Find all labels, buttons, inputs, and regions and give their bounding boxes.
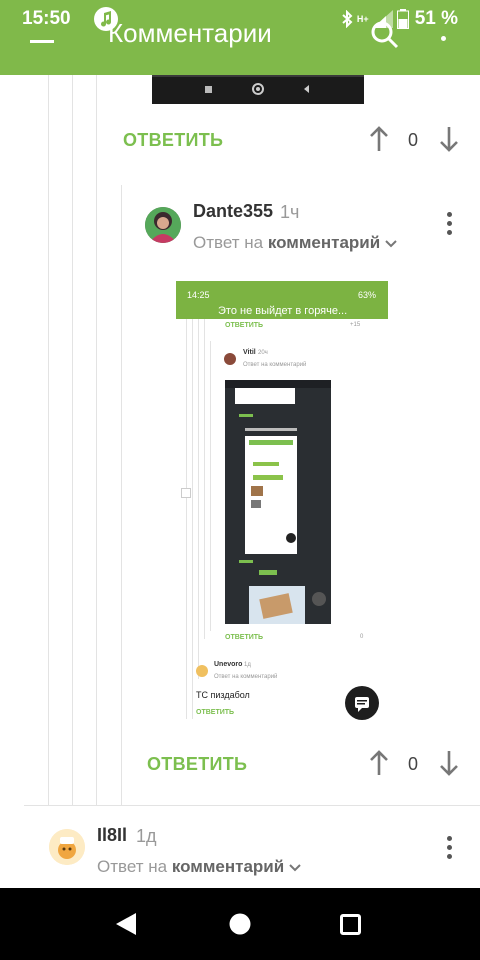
downvote-icon[interactable] — [439, 126, 459, 152]
embedded-reply-to: Ответ на комментарий — [243, 362, 307, 368]
embedded-author: Unevoro — [214, 661, 243, 668]
upvote-icon[interactable] — [369, 750, 389, 776]
embedded-age: 20ч — [258, 350, 268, 356]
embedded-avatar — [224, 353, 236, 365]
embedded-app-bar: 14:25 63% Это не выйдет в горяче... — [176, 281, 388, 319]
reply-to-prefix: Ответ на — [193, 233, 264, 252]
thread-line — [72, 75, 73, 805]
back-icon[interactable] — [114, 912, 138, 936]
bluetooth-icon — [342, 10, 353, 28]
embedded-battery: 63% — [357, 290, 376, 300]
comment-image[interactable] — [152, 75, 364, 104]
downvote-icon[interactable] — [439, 750, 459, 776]
embedded-rating: +15 — [350, 322, 361, 328]
reply-button[interactable]: ОТВЕТИТЬ — [147, 754, 247, 775]
comment-fab-icon[interactable] — [345, 686, 379, 720]
network-type: H+ — [356, 14, 369, 24]
embedded-rating: 0 — [360, 634, 364, 640]
comment-author[interactable]: Dante355 — [193, 201, 273, 222]
embedded-time: 14:25 — [187, 290, 210, 300]
reply-to-text[interactable]: Ответ на комментарий — [193, 233, 397, 253]
embedded-author: Vitil — [243, 349, 256, 356]
comment-image[interactable]: 14:25 63% Это не выйдет в горяче... ОТВЕ… — [176, 281, 388, 727]
avatar[interactable] — [49, 829, 85, 865]
embedded-reply: ОТВЕТИТЬ — [225, 634, 264, 641]
thread-line — [186, 319, 187, 719]
thread-line — [96, 75, 97, 805]
embedded-reply: ОТВЕТИТЬ — [196, 709, 235, 716]
upvote-icon[interactable] — [369, 126, 389, 152]
chevron-down-icon[interactable] — [289, 864, 301, 872]
reply-to-link[interactable]: комментарий — [268, 233, 380, 252]
thread-line — [198, 319, 199, 679]
reply-to-link[interactable]: комментарий — [172, 857, 284, 876]
recents-icon[interactable] — [340, 914, 361, 935]
rating-count: 0 — [408, 754, 419, 774]
page-title: Комментарии — [108, 18, 272, 48]
app-bar: 15:50 H+ 51 % Комментарии — [0, 0, 480, 75]
thread-line — [204, 319, 205, 639]
embedded-reply: ОТВЕТИТЬ — [225, 322, 264, 329]
embedded-title: Это не выйдет в горяче... — [218, 305, 348, 317]
status-time: 15:50 — [22, 8, 71, 29]
reply-button[interactable]: ОТВЕТИТЬ — [123, 130, 223, 151]
embedded-reply-to: Ответ на комментарий — [214, 674, 278, 680]
collapse-icon — [181, 488, 191, 498]
chevron-down-icon[interactable] — [385, 240, 397, 248]
thread-line — [121, 185, 122, 805]
reply-to-prefix: Ответ на — [97, 857, 168, 876]
comments-screen: 15:50 H+ 51 % Комментарии ОТВЕТИТЬ 0 Dan… — [0, 0, 480, 960]
reply-to-text[interactable]: Ответ на комментарий — [97, 857, 301, 877]
more-options-icon[interactable] — [446, 212, 452, 239]
search-icon[interactable] — [370, 20, 400, 50]
thread-divider — [24, 805, 480, 806]
thread-line — [192, 319, 193, 719]
embedded-age: 1д — [244, 662, 251, 668]
system-nav-bar — [0, 888, 480, 960]
comment-author[interactable]: Il8Il — [97, 825, 127, 846]
embedded-nested-image — [225, 380, 331, 624]
more-options-icon[interactable] — [440, 36, 446, 45]
comment-age: 1ч — [280, 202, 300, 222]
rating-count: 0 — [408, 130, 419, 150]
thread-line — [210, 341, 211, 631]
home-icon[interactable] — [229, 913, 251, 935]
battery-percent: 51 % — [414, 8, 458, 29]
embedded-comment-text: ТС пиздабол — [196, 690, 250, 700]
comment-age: 1д — [136, 826, 157, 846]
menu-icon[interactable] — [30, 40, 54, 43]
thread-line — [48, 75, 49, 805]
avatar[interactable] — [145, 207, 181, 243]
embedded-avatar — [196, 665, 208, 677]
more-options-icon[interactable] — [446, 836, 452, 863]
